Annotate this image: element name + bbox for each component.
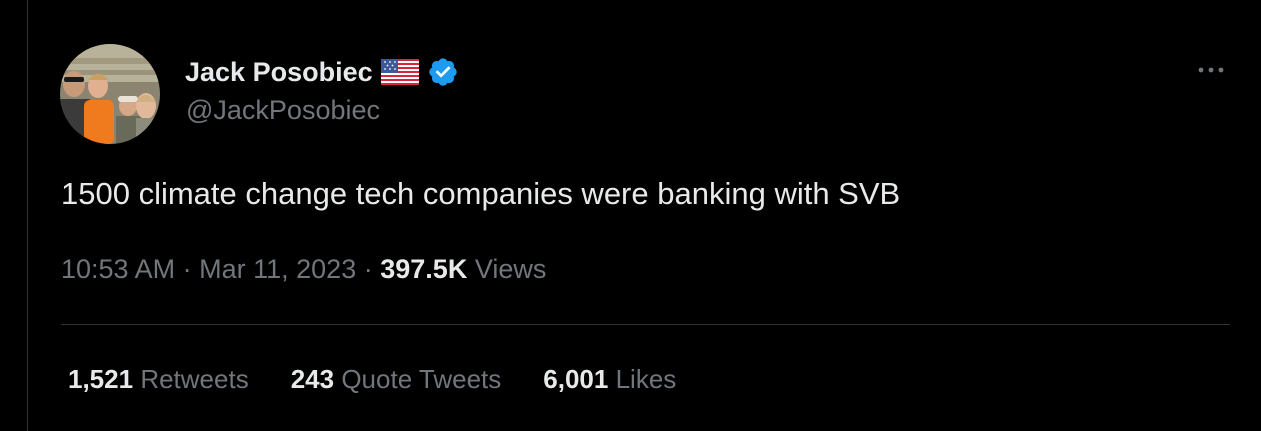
retweets-count: 1,521 [68, 364, 134, 394]
us-flag-icon [380, 59, 419, 85]
retweets-label: Retweets [140, 364, 249, 394]
views-label: Views [474, 254, 547, 284]
author-display-name[interactable]: Jack Posobiec [185, 57, 373, 88]
tweet-date[interactable]: Mar 11, 2023 [199, 254, 356, 284]
tweet-text: 1500 climate change tech companies were … [61, 176, 901, 211]
more-options-icon[interactable] [1194, 60, 1228, 80]
column-border [27, 0, 28, 431]
tweet-metadata: 10:53 AM · Mar 11, 2023 · 397.5K Views [61, 254, 546, 285]
avatar[interactable] [60, 44, 160, 144]
meta-separator: · [363, 254, 373, 284]
quote-tweets-count: 243 [290, 364, 335, 394]
author-name-row: Jack Posobiec [185, 55, 459, 89]
author-handle[interactable]: @JackPosobiec [186, 95, 380, 126]
divider [61, 324, 1230, 325]
meta-separator: · [182, 254, 192, 284]
verified-badge-icon[interactable] [427, 56, 459, 88]
engagement-stats: 1,521 Retweets 243 Quote Tweets 6,001 Li… [68, 364, 676, 395]
tweet-time[interactable]: 10:53 AM [61, 254, 175, 284]
quote-tweets-label: Quote Tweets [341, 364, 502, 394]
quote-tweets-stat[interactable]: 243 Quote Tweets [291, 364, 502, 395]
likes-label: Likes [615, 364, 677, 394]
likes-stat[interactable]: 6,001 Likes [543, 364, 676, 395]
avatar-photo [60, 44, 160, 144]
retweets-stat[interactable]: 1,521 Retweets [68, 364, 249, 395]
views-count: 397.5K [380, 254, 468, 284]
likes-count: 6,001 [543, 364, 609, 394]
